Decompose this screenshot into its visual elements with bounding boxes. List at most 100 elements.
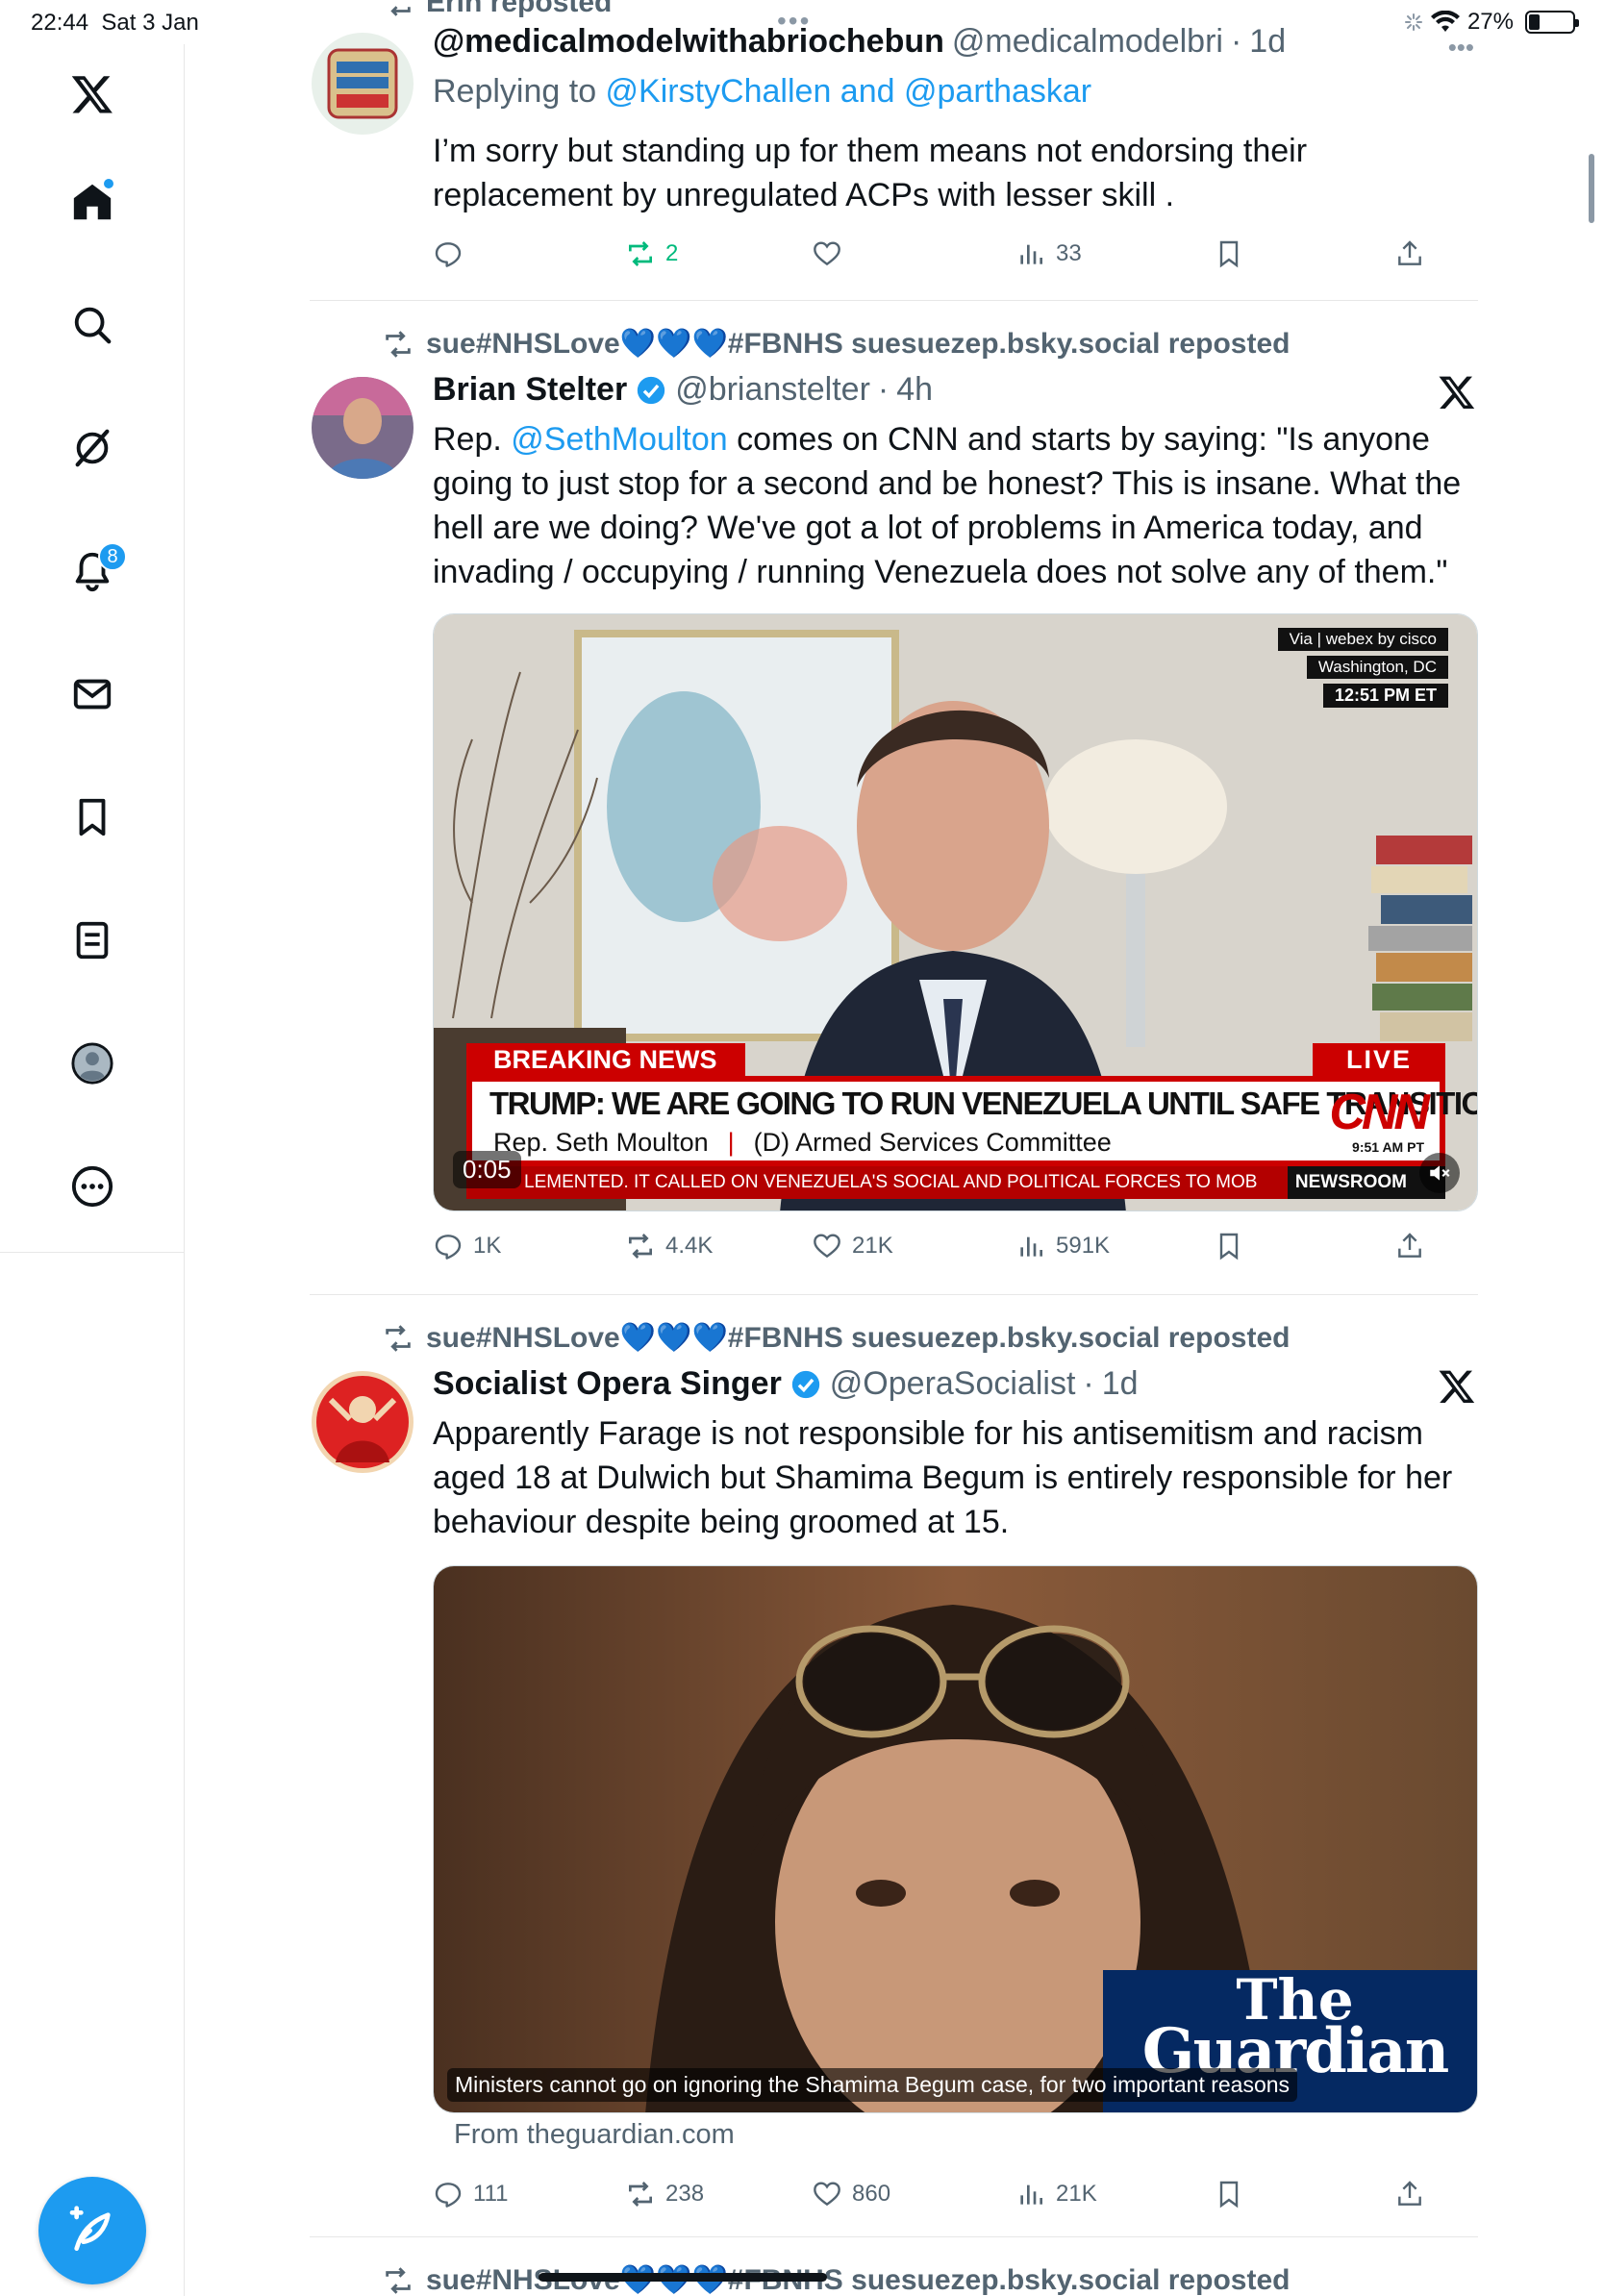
reply-count: 111 <box>473 2181 509 2207</box>
handle[interactable]: @OperaSocialist <box>830 1365 1076 1403</box>
post-text: Rep. @SethMoulton comes on CNN and start… <box>433 417 1462 594</box>
share-icon <box>1398 240 1421 265</box>
like-button[interactable]: 860 <box>812 2175 890 2213</box>
profile-icon[interactable] <box>60 1031 125 1096</box>
post-text: Apparently Farage is not responsible for… <box>433 1415 1453 1540</box>
dot-separator: · <box>1083 1365 1094 1402</box>
reply-button[interactable]: 1K <box>433 1227 501 1265</box>
reply-icon <box>435 242 462 267</box>
reply-to-prefix: Replying to <box>433 73 606 110</box>
repost-small-icon <box>386 2266 411 2294</box>
reply-button[interactable]: 111 <box>433 2175 508 2213</box>
bookmark-button[interactable] <box>1214 1227 1244 1265</box>
ticker-text: LEMENTED. IT CALLED ON VENEZUELA'S SOCIA… <box>524 1172 1258 1192</box>
display-name[interactable]: Brian Stelter <box>433 371 627 409</box>
video-duration: 0:05 <box>453 1151 521 1188</box>
heart-icon <box>814 2182 840 2207</box>
views-button[interactable]: 591K <box>1015 1227 1110 1265</box>
messages-icon[interactable] <box>60 661 125 727</box>
card-source[interactable]: From theguardian.com <box>454 2119 735 2151</box>
views-chart-icon <box>1020 244 1042 264</box>
location-tag: Washington, DC <box>1306 656 1448 679</box>
post-time[interactable]: 4h <box>896 371 933 409</box>
compose-button[interactable] <box>38 2177 146 2284</box>
reply-icon <box>435 1235 462 1260</box>
reply-button[interactable] <box>433 235 473 273</box>
view-count: 591K <box>1056 1233 1111 1259</box>
card-caption: Ministers cannot go on ignoring the Sham… <box>447 2068 1298 2102</box>
bookmark-button[interactable] <box>1214 235 1244 273</box>
post-partial[interactable]: sue#NHSLove💙💙💙#FBNHS suesuezep.bsky.soci… <box>310 2236 1478 2296</box>
more-options-icon[interactable]: ••• <box>1448 33 1474 62</box>
verified-badge-icon <box>638 376 665 404</box>
chyron: TRUMP: WE ARE GOING TO RUN VENEZUELA UNT… <box>466 1076 1477 1166</box>
heart-icon <box>814 241 840 266</box>
post-time[interactable]: 1d <box>1102 1365 1139 1403</box>
repost-button[interactable]: 4.4K <box>625 1227 713 1265</box>
action-bar: 111 238 860 21K <box>433 2175 1478 2213</box>
more-icon[interactable] <box>60 1154 125 1219</box>
home-indicator[interactable] <box>539 2273 827 2282</box>
mute-button[interactable] <box>1419 1153 1460 1193</box>
search-icon[interactable] <box>60 292 125 358</box>
webex-tag: Via | webex by cisco <box>1277 628 1448 651</box>
notifications-icon[interactable]: 8 <box>60 538 127 604</box>
post-header: Brian Stelter @brianstelter · 4h <box>433 371 933 409</box>
post-brian-stelter[interactable]: sue#NHSLove💙💙💙#FBNHS suesuezep.bsky.soci… <box>310 300 1478 1295</box>
x-source-icon <box>1439 1370 1475 1403</box>
timeline[interactable]: Erin reposted @medicalmodelwithabriocheb… <box>310 0 1478 2296</box>
view-count: 21K <box>1056 2181 1097 2207</box>
post-header: @medicalmodelwithabriochebun @medicalmod… <box>433 23 1286 61</box>
x-logo-icon[interactable] <box>60 62 125 127</box>
repost-small-icon <box>390 6 411 16</box>
dot-separator: · <box>1230 23 1242 60</box>
mention-link[interactable]: @SethMoulton <box>511 421 727 458</box>
views-chart-icon <box>1020 1236 1042 1257</box>
views-button[interactable]: 21K <box>1015 2175 1097 2213</box>
home-unread-dot <box>102 177 115 190</box>
clock-time: 22:44 <box>31 10 89 36</box>
guardian-logo: The Guardian <box>1111 1972 1477 2083</box>
repost-context: sue#NHSLove💙💙💙#FBNHS suesuezep.bsky.soci… <box>382 2263 1290 2296</box>
clock-tag: 12:51 PM ET <box>1322 684 1448 708</box>
repost-button[interactable]: 2 <box>625 235 678 273</box>
bookmark-button[interactable] <box>1214 2175 1244 2213</box>
share-button[interactable] <box>1394 1227 1425 1265</box>
bookmark-icon <box>1219 2181 1239 2209</box>
lists-icon[interactable] <box>60 908 125 973</box>
handle[interactable]: @medicalmodelbri <box>952 23 1223 61</box>
action-bar: 2 33 <box>433 235 1478 273</box>
avatar[interactable] <box>312 377 414 479</box>
text-prefix: Rep. <box>433 421 512 458</box>
sidebar-divider <box>0 1252 185 1253</box>
cnn-logo: CNN <box>1329 1085 1430 1140</box>
like-button[interactable]: 21K <box>812 1227 893 1265</box>
share-button[interactable] <box>1394 2175 1425 2213</box>
repost-count: 238 <box>665 2181 705 2207</box>
video-player[interactable]: Via | webex by cisco Washington, DC 12:5… <box>433 613 1478 1211</box>
home-icon[interactable] <box>60 169 125 235</box>
handle[interactable]: @brianstelter <box>675 371 870 409</box>
display-name[interactable]: @medicalmodelwithabriochebun <box>433 23 944 61</box>
repost-button[interactable]: 238 <box>625 2175 704 2213</box>
post-medicalmodel[interactable]: Erin reposted @medicalmodelwithabriocheb… <box>310 0 1478 298</box>
share-button[interactable] <box>1394 235 1425 273</box>
link-card-image[interactable]: The Guardian Ministers cannot go on igno… <box>433 1565 1478 2113</box>
like-count: 21K <box>852 1233 893 1259</box>
bookmarks-icon[interactable] <box>60 785 125 850</box>
repost-label: Erin reposted <box>426 0 613 18</box>
repost-icon <box>629 241 652 266</box>
post-time[interactable]: 1d <box>1249 23 1286 61</box>
like-button[interactable] <box>812 235 852 273</box>
avatar[interactable] <box>312 33 414 135</box>
post-socialist-opera-singer[interactable]: sue#NHSLove💙💙💙#FBNHS suesuezep.bsky.soci… <box>310 1294 1478 2236</box>
reply-to-mentions[interactable]: @KirstyChallen and @parthaskar <box>606 73 1092 110</box>
views-button[interactable]: 33 <box>1015 235 1082 273</box>
scrollbar[interactable] <box>1589 154 1594 223</box>
repost-icon <box>629 1234 652 1259</box>
grok-icon[interactable] <box>60 415 125 481</box>
live-tag: LIVE <box>1313 1043 1445 1076</box>
repost-icon <box>629 2182 652 2207</box>
display-name[interactable]: Socialist Opera Singer <box>433 1365 782 1403</box>
avatar[interactable] <box>312 1371 414 1473</box>
